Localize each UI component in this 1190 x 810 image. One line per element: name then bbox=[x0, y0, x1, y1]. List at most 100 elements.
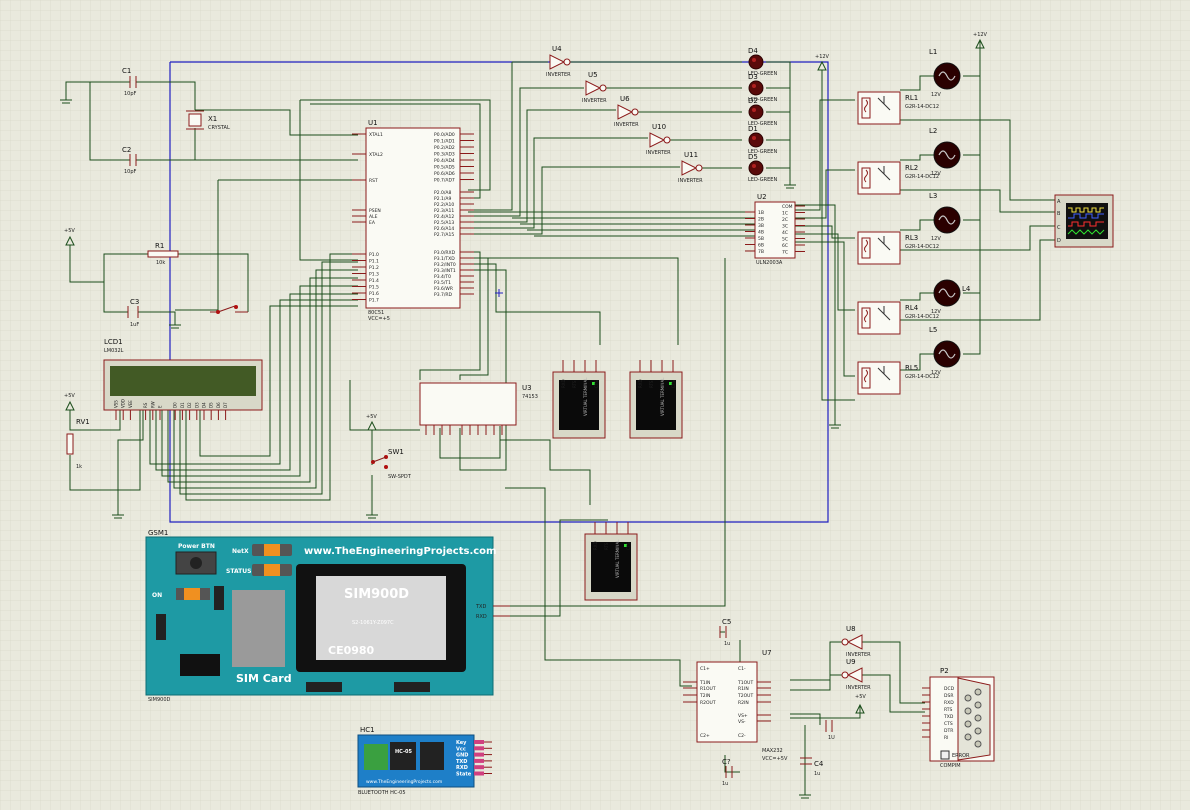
gsm-module[interactable]: GSM1 www.TheEngineeringProjects.com Powe… bbox=[145, 529, 510, 703]
u7-pin-c2: C2+ bbox=[700, 733, 710, 739]
gsm-power-label: Power BTN bbox=[178, 543, 215, 550]
lcd-pin-d4: D4 bbox=[202, 402, 207, 408]
virtual-terminal-3[interactable]: VIRTUAL TERMINALRXD RTS TXD CTS bbox=[584, 522, 638, 601]
lamp-l1-value: 12V bbox=[931, 92, 941, 98]
virtual-terminal-2[interactable]: VIRTUAL TERMINALRXD RTS TXD CTS bbox=[629, 360, 683, 439]
inverter-u5-type: INVERTER bbox=[582, 98, 607, 104]
u7-pin-r2out: R2OUT bbox=[700, 700, 716, 706]
lamp-l3-value: 12V bbox=[931, 236, 941, 242]
inverter-u10-type: INVERTER bbox=[646, 150, 671, 156]
u7-pin-vs: VS+ bbox=[738, 713, 748, 719]
u1-pin-p21a9: P2.1/A9 bbox=[434, 196, 451, 202]
rv1-value: 1k bbox=[76, 464, 82, 470]
gsm-pin-txd: TXD bbox=[475, 604, 486, 610]
u1-pin-p33int1: P3.3/INT1 bbox=[434, 268, 456, 274]
u7-pin-r2in: R2IN bbox=[738, 700, 749, 706]
u1-pin-rst: RST bbox=[369, 178, 378, 184]
c1-value: 10pF bbox=[124, 91, 137, 97]
u7-pin-c1: C1+ bbox=[700, 666, 710, 672]
u2-pin-5b: 5B bbox=[758, 236, 764, 242]
u1-pin-p10: P1.0 bbox=[369, 252, 379, 258]
c4-ref: C4 bbox=[814, 760, 824, 768]
hc-pin-gnd: GND bbox=[456, 753, 468, 759]
u1-pin-p25a13: P2.5/A13 bbox=[434, 220, 454, 226]
scope-ch-b: B bbox=[1057, 211, 1061, 217]
u1-pin-p17: P1.7 bbox=[369, 298, 379, 304]
c3-ref: C3 bbox=[130, 298, 139, 306]
u1-pin-p03ad3: P0.3/AD3 bbox=[434, 152, 455, 158]
terminal-1-pin-rxd: RXD bbox=[561, 379, 566, 388]
u2-pin-3b: 3B bbox=[758, 223, 764, 229]
terminal-2-pin-cts: CTS bbox=[671, 380, 676, 388]
lcd-pin-rs: RS bbox=[143, 402, 148, 408]
u1-pin-p24a12: P2.4/A12 bbox=[434, 214, 454, 220]
u1-pin-ea: EA bbox=[369, 220, 376, 226]
lcd-pin-vdd: VDD bbox=[121, 399, 126, 408]
hc-chip: HC-05 bbox=[395, 749, 413, 755]
p2-pin-dsr: DSR bbox=[944, 693, 953, 699]
lcd-ref: LCD1 bbox=[104, 338, 123, 346]
led-d2-ref: D2 bbox=[748, 97, 758, 105]
u1-pin-p22a10: P2.2/A10 bbox=[434, 202, 454, 208]
u7-pin-r1out: R1OUT bbox=[700, 686, 716, 692]
u7-pin-r1in: R1IN bbox=[738, 686, 749, 692]
lcd-pin-d6: D6 bbox=[216, 402, 221, 408]
p2-pin-dtr: DTR bbox=[944, 728, 953, 734]
u1-pin-p15: P1.5 bbox=[369, 285, 379, 291]
u1-pin-p02ad2: P0.2/AD2 bbox=[434, 145, 455, 151]
lcd-pin-d7: D7 bbox=[223, 402, 228, 408]
u2-pin-1b: 1B bbox=[758, 210, 764, 216]
bluetooth-module[interactable]: HC1 HC-05 www.TheEngineeringProjects.com… bbox=[357, 726, 492, 796]
schematic-canvas[interactable]: +12V +12V +5V +5V +5V +5V X1 CRYSTAL C1 … bbox=[0, 0, 1190, 810]
lcd-pin-d2: D2 bbox=[187, 402, 192, 408]
u2-pin-5c: 5C bbox=[782, 237, 788, 243]
hc-pin-state: State bbox=[456, 772, 472, 778]
r1-ref: R1 bbox=[155, 242, 164, 250]
power-label-12v-a: +12V bbox=[815, 54, 830, 60]
lcd-pin-rw: RW bbox=[150, 401, 155, 408]
serial-port-p2[interactable]: P2 COMPIM ERROR DCDDSRRXDRTSTXDCTSDTRRI bbox=[922, 667, 995, 769]
u2-pin-6c: 6C bbox=[782, 243, 788, 249]
u2-pin-7c: 7C bbox=[782, 250, 788, 256]
scope-ch-a: A bbox=[1057, 199, 1061, 205]
u1-pin-p35t1: P3.5/T1 bbox=[434, 280, 451, 286]
u1-pin-p07ad7: P0.7/AD7 bbox=[434, 178, 455, 184]
scope-ch-c: C bbox=[1057, 225, 1061, 231]
microcontroller-u1[interactable]: U1 80C51 VCC=+5 XTAL1XTAL2RSTPSENALEEAP1… bbox=[352, 119, 474, 322]
u7-part: MAX232 bbox=[762, 748, 783, 754]
terminal-3-pin-rxd: RXD bbox=[593, 541, 598, 550]
u1-pin-p27a15: P2.7/A15 bbox=[434, 232, 454, 238]
u2-pin-1c: 1C bbox=[782, 211, 788, 217]
relay-rl1-part: G2R-14-DC12 bbox=[905, 104, 939, 110]
inverter-u5-ref: U5 bbox=[588, 71, 598, 79]
power-label-5v-c: +5V bbox=[366, 414, 377, 420]
power-label-12v-b: +12V bbox=[973, 32, 988, 38]
oscilloscope[interactable]: A B C D bbox=[1054, 194, 1114, 248]
gsm-part: SIM900D bbox=[148, 697, 171, 703]
u1-pin-p37rd: P3.7/RD bbox=[434, 292, 453, 298]
hc-ref: HC1 bbox=[360, 726, 375, 734]
u2-pin-2b: 2B bbox=[758, 217, 764, 223]
lcd-pin-vss: VSS bbox=[114, 400, 119, 408]
lamp-l2-ref: L2 bbox=[929, 127, 937, 135]
c7-value: 1u bbox=[722, 781, 728, 787]
c5-ref: C5 bbox=[722, 618, 731, 626]
u7-pin-t1in: T1IN bbox=[699, 680, 710, 686]
c2-ref: C2 bbox=[122, 146, 131, 154]
led-d3-ref: D3 bbox=[748, 73, 758, 81]
hc-pin-txd: TXD bbox=[456, 759, 467, 765]
c1-ref: C1 bbox=[122, 67, 131, 75]
virtual-terminal-1[interactable]: VIRTUAL TERMINALRXD RTS TXD CTS bbox=[552, 360, 606, 439]
u1-pin-p36wr: P3.6/WR bbox=[434, 286, 453, 292]
lamp-l1-ref: L1 bbox=[929, 48, 937, 56]
u7-ref: U7 bbox=[762, 649, 772, 657]
relay-rl3-part: G2R-14-DC12 bbox=[905, 244, 939, 250]
gsm-url: www.TheEngineeringProjects.com bbox=[304, 546, 496, 557]
gsm-chip-name: SIM900D bbox=[344, 587, 409, 602]
lamp-l4-ref: L4 bbox=[962, 285, 971, 293]
u1-pin-p26a14: P2.6/A14 bbox=[434, 226, 454, 232]
u1-ref: U1 bbox=[368, 119, 378, 127]
p2-pin-rxd: RXD bbox=[944, 700, 954, 706]
lamp-l3-ref: L3 bbox=[929, 192, 937, 200]
u1-pin-p32int0: P3.2/INT0 bbox=[434, 262, 456, 268]
